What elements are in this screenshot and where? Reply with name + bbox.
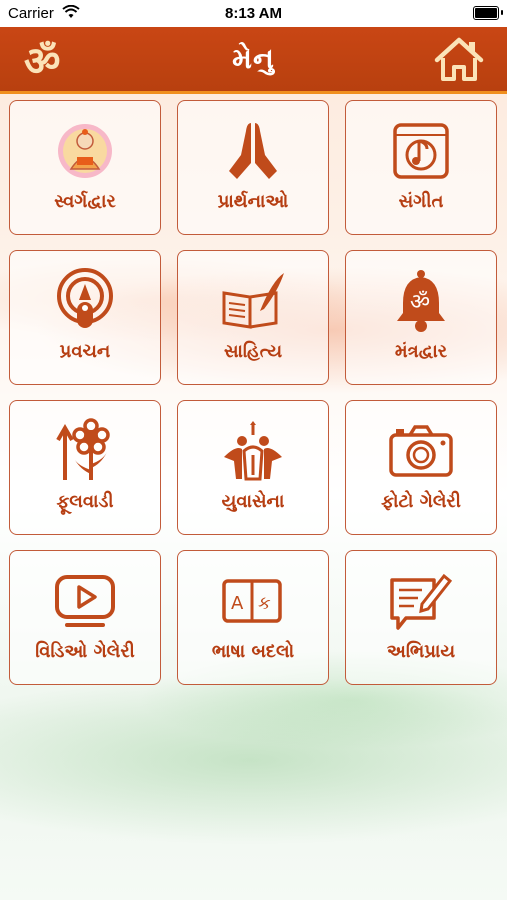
podcast-icon bbox=[10, 268, 160, 333]
menu-item-label: પ્રાર્થનાઓ bbox=[217, 191, 289, 212]
menu-item-phoolwadi[interactable]: ફૂલવાડી bbox=[9, 400, 161, 535]
svg-text:A: A bbox=[231, 593, 244, 614]
menu-item-label: યુવાસેના bbox=[221, 491, 285, 512]
clock: 8:13 AM bbox=[225, 5, 282, 22]
menu-item-label: સંગીત bbox=[398, 191, 444, 212]
menu-item-music[interactable]: સંગીત bbox=[345, 100, 497, 235]
navigation-bar: ॐ મેનુ bbox=[0, 27, 507, 94]
status-bar: Carrier 8:13 AM bbox=[0, 0, 507, 27]
menu-item-yuvasena[interactable]: યુવાસેના bbox=[177, 400, 329, 535]
menu-item-label: વિડિઓ ગેલેરી bbox=[35, 641, 135, 662]
menu-item-change-language[interactable]: A ક ભાષા બદલો bbox=[177, 550, 329, 685]
menu-item-label: ફોટો ગેલેરી bbox=[381, 491, 461, 512]
svg-text:ॐ: ॐ bbox=[410, 290, 430, 315]
menu-item-label: સ્વર્ગદ્વાર bbox=[54, 191, 116, 212]
folded-hands-icon bbox=[178, 119, 328, 183]
book-quill-icon bbox=[178, 269, 328, 333]
menu-item-label: પ્રવચન bbox=[59, 341, 111, 362]
menu-item-mantradwar[interactable]: ॐ મંત્રદ્વાર bbox=[345, 250, 497, 385]
menu-item-literature[interactable]: સાહિત્ય bbox=[177, 250, 329, 385]
page-title: મેનુ bbox=[232, 42, 275, 75]
svg-text:ક: ક bbox=[258, 593, 271, 614]
menu-item-label: ભાષા બદલો bbox=[211, 641, 295, 662]
menu-grid: સ્વર્ગદ્વાર પ્રાર્થનાઓ સંગીત પ્રવચન સાહિ… bbox=[9, 100, 497, 685]
feedback-icon bbox=[346, 569, 496, 633]
music-icon bbox=[346, 119, 496, 183]
youth-group-icon bbox=[178, 419, 328, 483]
menu-item-feedback[interactable]: અભિપ્રાય bbox=[345, 550, 497, 685]
flower-growth-icon bbox=[10, 418, 160, 483]
menu-item-discourse[interactable]: પ્રવચન bbox=[9, 250, 161, 385]
video-play-icon bbox=[10, 569, 160, 633]
battery-icon bbox=[473, 6, 503, 20]
menu-item-video-gallery[interactable]: વિડિઓ ગેલેરી bbox=[9, 550, 161, 685]
menu-item-label: ફૂલવાડી bbox=[56, 491, 114, 512]
menu-item-swargdwar[interactable]: સ્વર્ગદ્વાર bbox=[9, 100, 161, 235]
menu-item-prayers[interactable]: પ્રાર્થનાઓ bbox=[177, 100, 329, 235]
menu-item-label: સાહિત્ય bbox=[223, 341, 283, 362]
menu-item-photo-gallery[interactable]: ફોટો ગેલેરી bbox=[345, 400, 497, 535]
om-bell-icon: ॐ bbox=[346, 269, 496, 333]
language-icon: A ક bbox=[178, 569, 328, 633]
camera-icon bbox=[346, 419, 496, 483]
menu-item-label: મંત્રદ્વાર bbox=[394, 341, 448, 362]
home-icon[interactable] bbox=[433, 36, 485, 86]
menu-item-label: અભિપ્રાય bbox=[386, 641, 456, 662]
temple-deity-icon bbox=[10, 119, 160, 183]
